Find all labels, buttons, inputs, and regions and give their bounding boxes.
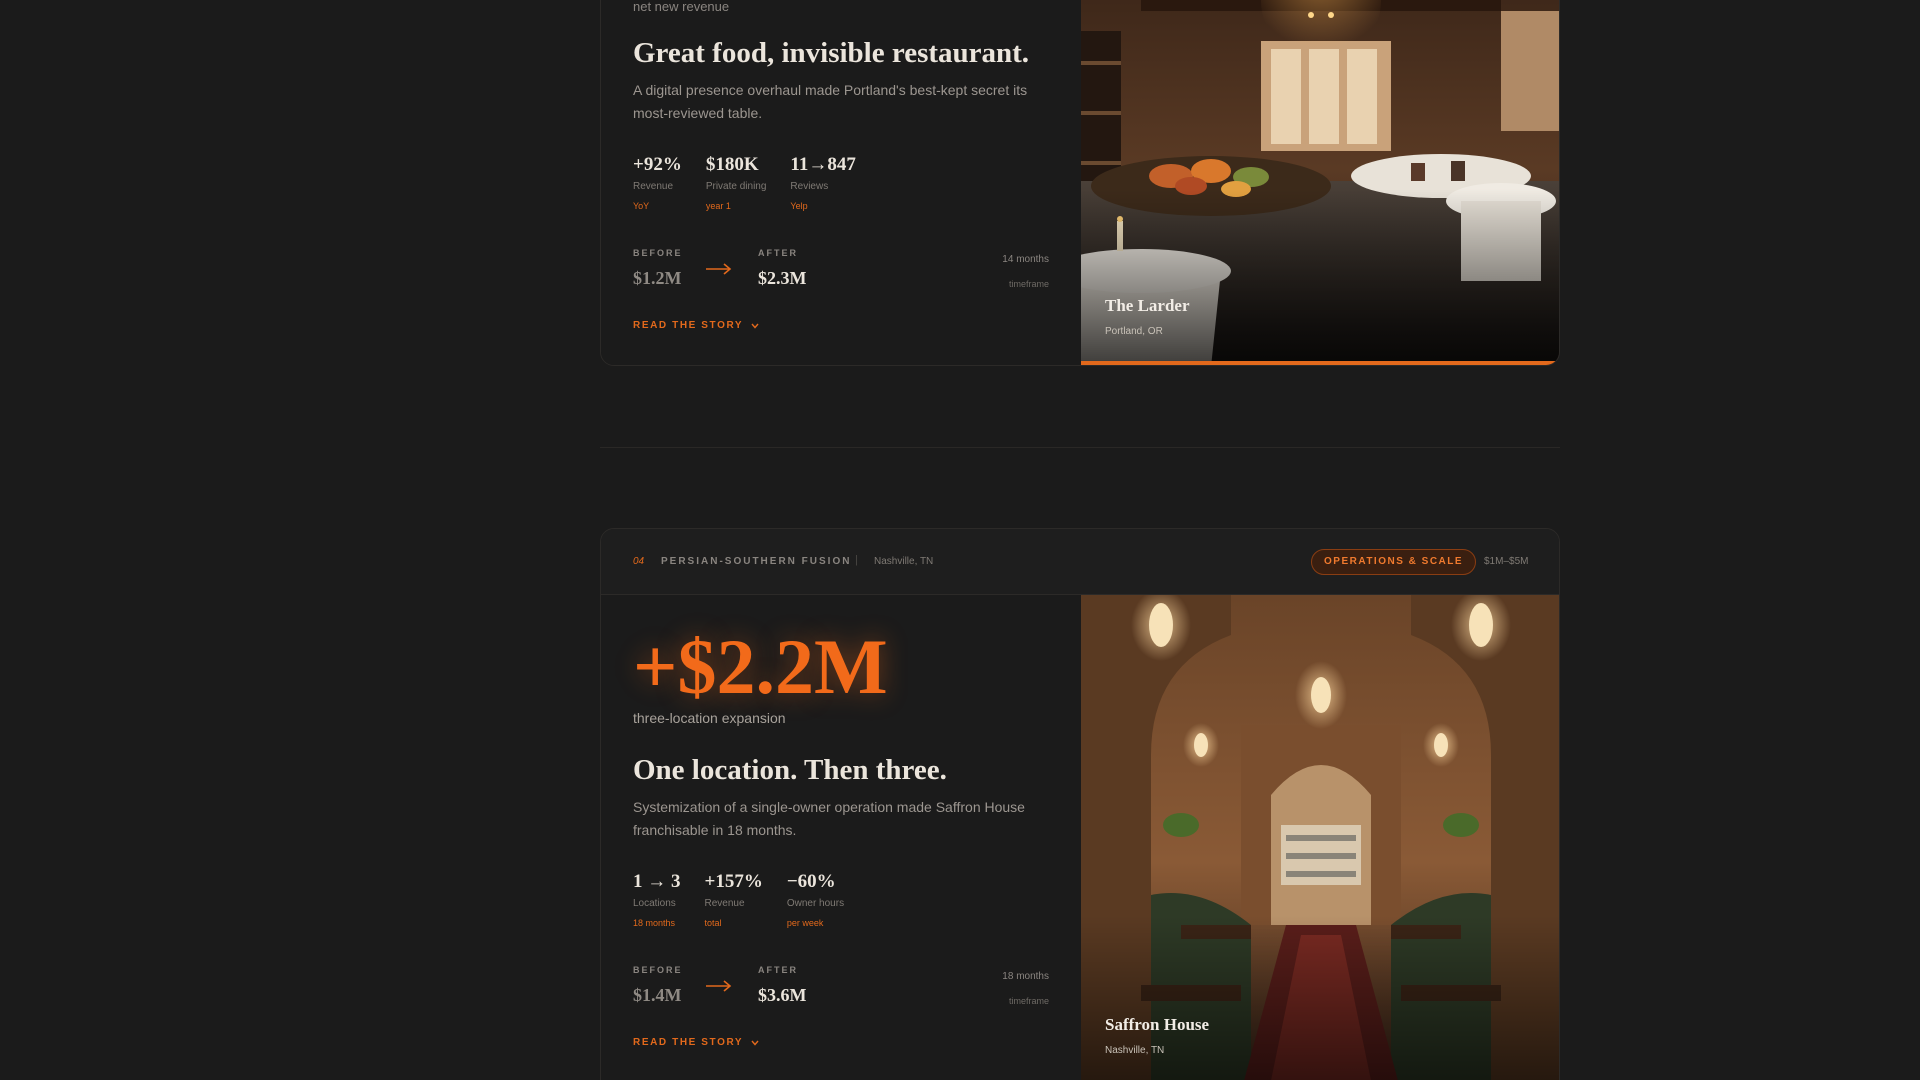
metric: $180K Private dining year 1 <box>706 154 767 211</box>
image-progress-bar <box>1081 361 1559 365</box>
restaurant-caption: The Larder Portland, OR <box>1105 296 1190 337</box>
metric-value: $180K <box>705 154 759 175</box>
metric-sub: YoY <box>633 201 650 211</box>
case-study-card-the-larder: net new revenue net new revenue Great fo… <box>600 0 1560 366</box>
timeframe-value: 14 months <box>1002 254 1049 265</box>
kicker-text: net new revenue <box>633 0 730 14</box>
before-block: BEFORE $1.2M <box>633 248 683 289</box>
metric-sub: 18 months <box>633 918 676 928</box>
metric-label: Locations <box>633 898 676 909</box>
before-block: BEFORE $1.4M <box>633 965 683 1006</box>
persian-dining-room-image <box>1081 595 1559 1080</box>
meta-separator: | <box>855 554 858 566</box>
section-divider <box>600 447 1560 448</box>
timeframe: 18 months timeframe <box>1002 971 1049 1006</box>
timeframe-label: timeframe <box>1008 996 1049 1006</box>
metric: 1 → 3 Locations 18 months <box>633 871 681 928</box>
case-number: 04 <box>633 556 645 567</box>
hero-metric: +$2.2M <box>633 623 888 710</box>
long-arrow-right-icon <box>706 263 732 275</box>
metric-value: +92% <box>633 154 682 175</box>
case-study-content: net new revenue net new revenue Great fo… <box>601 0 1081 365</box>
metric-label: Revenue <box>704 898 745 909</box>
case-headline: Great food, invisible restaurant. <box>633 37 1030 69</box>
case-description: Systemization of a single-owner operatio… <box>633 799 1025 838</box>
after-label: AFTER <box>758 248 798 258</box>
metric-label: Revenue <box>633 181 674 192</box>
case-meta-bar: 04 PERSIAN-SOUTHERN FUSION | Nashville, … <box>601 529 1559 595</box>
metric-sub: Yelp <box>790 201 808 211</box>
restaurant-photo-the-larder: The Larder Portland, OR <box>1081 0 1559 365</box>
restaurant-name: The Larder <box>1105 296 1190 315</box>
read-the-story-label: READ THE STORY <box>633 320 744 331</box>
revenue-range: $1M–$5M <box>1484 556 1529 567</box>
chevron-down-icon <box>751 323 759 329</box>
metrics-row: 1 → 3 Locations 18 months +157% Revenue … <box>633 871 1049 928</box>
timeframe-value: 18 months <box>1002 971 1049 982</box>
service-badge[interactable]: OPERATIONS & SCALE <box>1311 549 1477 575</box>
restaurant-location: Nashville, TN <box>1105 1045 1165 1056</box>
metric-sub: per week <box>786 918 824 928</box>
after-label: AFTER <box>758 965 798 975</box>
metric: 11→847 Reviews Yelp <box>790 154 855 211</box>
metric: +92% Revenue YoY <box>633 154 682 211</box>
after-value: $3.6M <box>758 985 807 1005</box>
chevron-down-icon <box>751 1040 759 1046</box>
hero-metric-caption: three-location expansion <box>633 710 786 726</box>
before-value: $1.4M <box>633 985 682 1005</box>
metric-label: Private dining <box>705 181 767 192</box>
metric-value: 11→847 <box>790 154 856 175</box>
read-the-story-link[interactable]: READ THE STORY <box>633 320 759 331</box>
metric-value: −60% <box>786 871 836 892</box>
before-label: BEFORE <box>633 248 683 258</box>
after-block: AFTER $2.3M <box>758 248 807 289</box>
metric-sub: year 1 <box>705 201 731 211</box>
metric-label: Reviews <box>790 181 829 192</box>
long-arrow-right-icon <box>706 980 732 992</box>
timeframe-label: timeframe <box>1008 279 1049 289</box>
read-the-story-label: READ THE STORY <box>633 1037 744 1048</box>
before-after: BEFORE $1.2M AFTER $2.3M 14 months timef… <box>633 248 1049 298</box>
restaurant-caption: Saffron House Nashville, TN <box>1105 1015 1209 1056</box>
before-value: $1.2M <box>633 268 682 288</box>
case-city: Nashville, TN <box>874 556 934 567</box>
metric: +157% Revenue total <box>705 871 763 928</box>
case-study-content: +$2.2M three-location expansion One loca… <box>601 595 1081 1080</box>
metric-sub: total <box>704 918 722 928</box>
image-progress-fill <box>1081 361 1559 365</box>
before-label: BEFORE <box>633 965 683 975</box>
metric-value: +157% <box>704 871 763 892</box>
after-value: $2.3M <box>758 268 807 288</box>
restaurant-location: Portland, OR <box>1105 326 1163 337</box>
cuisine-category: PERSIAN-SOUTHERN FUSION <box>661 556 852 567</box>
metric-value: 1 → 3 <box>633 871 681 892</box>
restaurant-photo-saffron-house: Saffron House Nashville, TN <box>1081 595 1559 1080</box>
case-study-card-saffron-house: 04 PERSIAN-SOUTHERN FUSION | Nashville, … <box>600 528 1560 1080</box>
case-description: A digital presence overhaul made Portlan… <box>633 82 1028 121</box>
after-block: AFTER $3.6M <box>758 965 807 1006</box>
before-after: BEFORE $1.4M AFTER $3.6M 18 months timef… <box>633 965 1049 1015</box>
metric-label: Owner hours <box>786 898 845 909</box>
timeframe: 14 months timeframe <box>1002 254 1049 289</box>
metric: −60% Owner hours per week <box>787 871 844 928</box>
metrics-row: +92% Revenue YoY $180K Private dining ye… <box>633 154 1049 211</box>
restaurant-name: Saffron House <box>1105 1015 1210 1034</box>
read-the-story-link[interactable]: READ THE STORY <box>633 1037 759 1048</box>
case-headline: One location. Then three. <box>633 754 947 786</box>
